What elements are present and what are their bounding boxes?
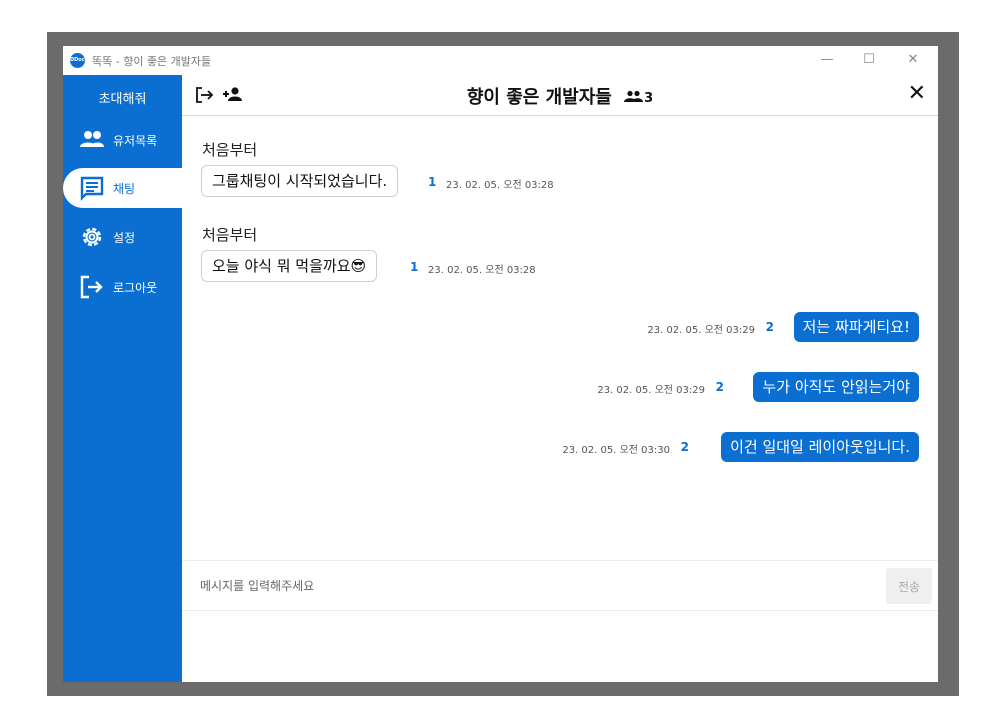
message-timestamp: 23. 02. 05. 오전 03:28 bbox=[446, 180, 554, 191]
chat-panel: 향이 좋은 개발자들 3 ✕ 처음부터 그룹채팅이 시작되었습니다. 1 23.… bbox=[182, 75, 938, 682]
members-icon bbox=[624, 90, 644, 102]
sidebar-item-label: 설정 bbox=[113, 231, 136, 245]
message-timestamp: 23. 02. 05. 오전 03:28 bbox=[428, 265, 536, 276]
sidebar-item-logout[interactable]: 로그아웃 bbox=[63, 267, 182, 307]
sidebar: 초대해줘 유저목록 채팅 설정 로그아웃 bbox=[63, 75, 182, 682]
message-sender: 처음부터 bbox=[202, 141, 258, 159]
message-composer: 전송 bbox=[182, 560, 938, 611]
room-name: 향이 좋은 개발자들 bbox=[466, 87, 612, 108]
logout-icon bbox=[80, 275, 103, 299]
message-input[interactable] bbox=[198, 572, 862, 600]
app-window: DDock 똑똑 - 향이 좋은 개발자들 — ☐ ✕ 초대해줘 유저목록 채팅 bbox=[63, 46, 938, 682]
window-title: 똑똑 - 향이 좋은 개발자들 bbox=[92, 55, 212, 68]
message-sender: 처음부터 bbox=[202, 226, 258, 244]
sidebar-item-users[interactable]: 유저목록 bbox=[63, 120, 182, 160]
sidebar-item-chat[interactable]: 채팅 bbox=[63, 168, 182, 208]
member-count: 3 bbox=[624, 90, 653, 106]
sidebar-item-label: 채팅 bbox=[113, 182, 136, 196]
close-chat-button[interactable]: ✕ bbox=[908, 81, 926, 106]
message-bubble-incoming: 오늘 야식 뭐 먹을까요😎 bbox=[201, 250, 378, 282]
unread-count: 2 bbox=[765, 320, 774, 334]
title-bar: DDock 똑똑 - 향이 좋은 개발자들 — ☐ ✕ bbox=[63, 46, 938, 75]
chat-header: 향이 좋은 개발자들 3 ✕ bbox=[182, 75, 938, 116]
message-bubble-outgoing: 누가 아직도 안읽는거야 bbox=[753, 372, 919, 402]
app-logo-icon: DDock bbox=[70, 53, 88, 68]
message-bubble-outgoing: 이건 일대일 레이아웃입니다. bbox=[721, 432, 919, 462]
unread-count: 2 bbox=[680, 440, 689, 454]
sidebar-item-label: 로그아웃 bbox=[113, 281, 158, 295]
message-timestamp: 23. 02. 05. 오전 03:29 bbox=[597, 385, 705, 396]
unread-count: 2 bbox=[715, 380, 724, 394]
close-window-button[interactable]: ✕ bbox=[898, 50, 928, 70]
unread-count: 1 bbox=[410, 260, 419, 274]
room-title: 향이 좋은 개발자들 3 bbox=[182, 83, 938, 109]
message-bubble-outgoing: 저는 짜파게티요! bbox=[793, 312, 919, 342]
send-button[interactable]: 전송 bbox=[886, 568, 932, 604]
unread-count: 1 bbox=[428, 175, 437, 189]
sidebar-item-settings[interactable]: 설정 bbox=[63, 217, 182, 257]
chat-icon bbox=[80, 176, 104, 201]
member-count-value: 3 bbox=[644, 91, 654, 106]
minimize-button[interactable]: — bbox=[812, 50, 842, 70]
maximize-button[interactable]: ☐ bbox=[854, 50, 884, 70]
gear-icon bbox=[82, 227, 102, 247]
message-bubble-incoming: 그룹채팅이 시작되었습니다. bbox=[201, 165, 399, 197]
message-timestamp: 23. 02. 05. 오전 03:30 bbox=[562, 445, 670, 456]
message-timestamp: 23. 02. 05. 오전 03:29 bbox=[647, 325, 755, 336]
people-icon bbox=[80, 131, 104, 147]
sidebar-item-label: 유저목록 bbox=[113, 134, 158, 148]
invite-button[interactable]: 초대해줘 bbox=[63, 88, 182, 107]
